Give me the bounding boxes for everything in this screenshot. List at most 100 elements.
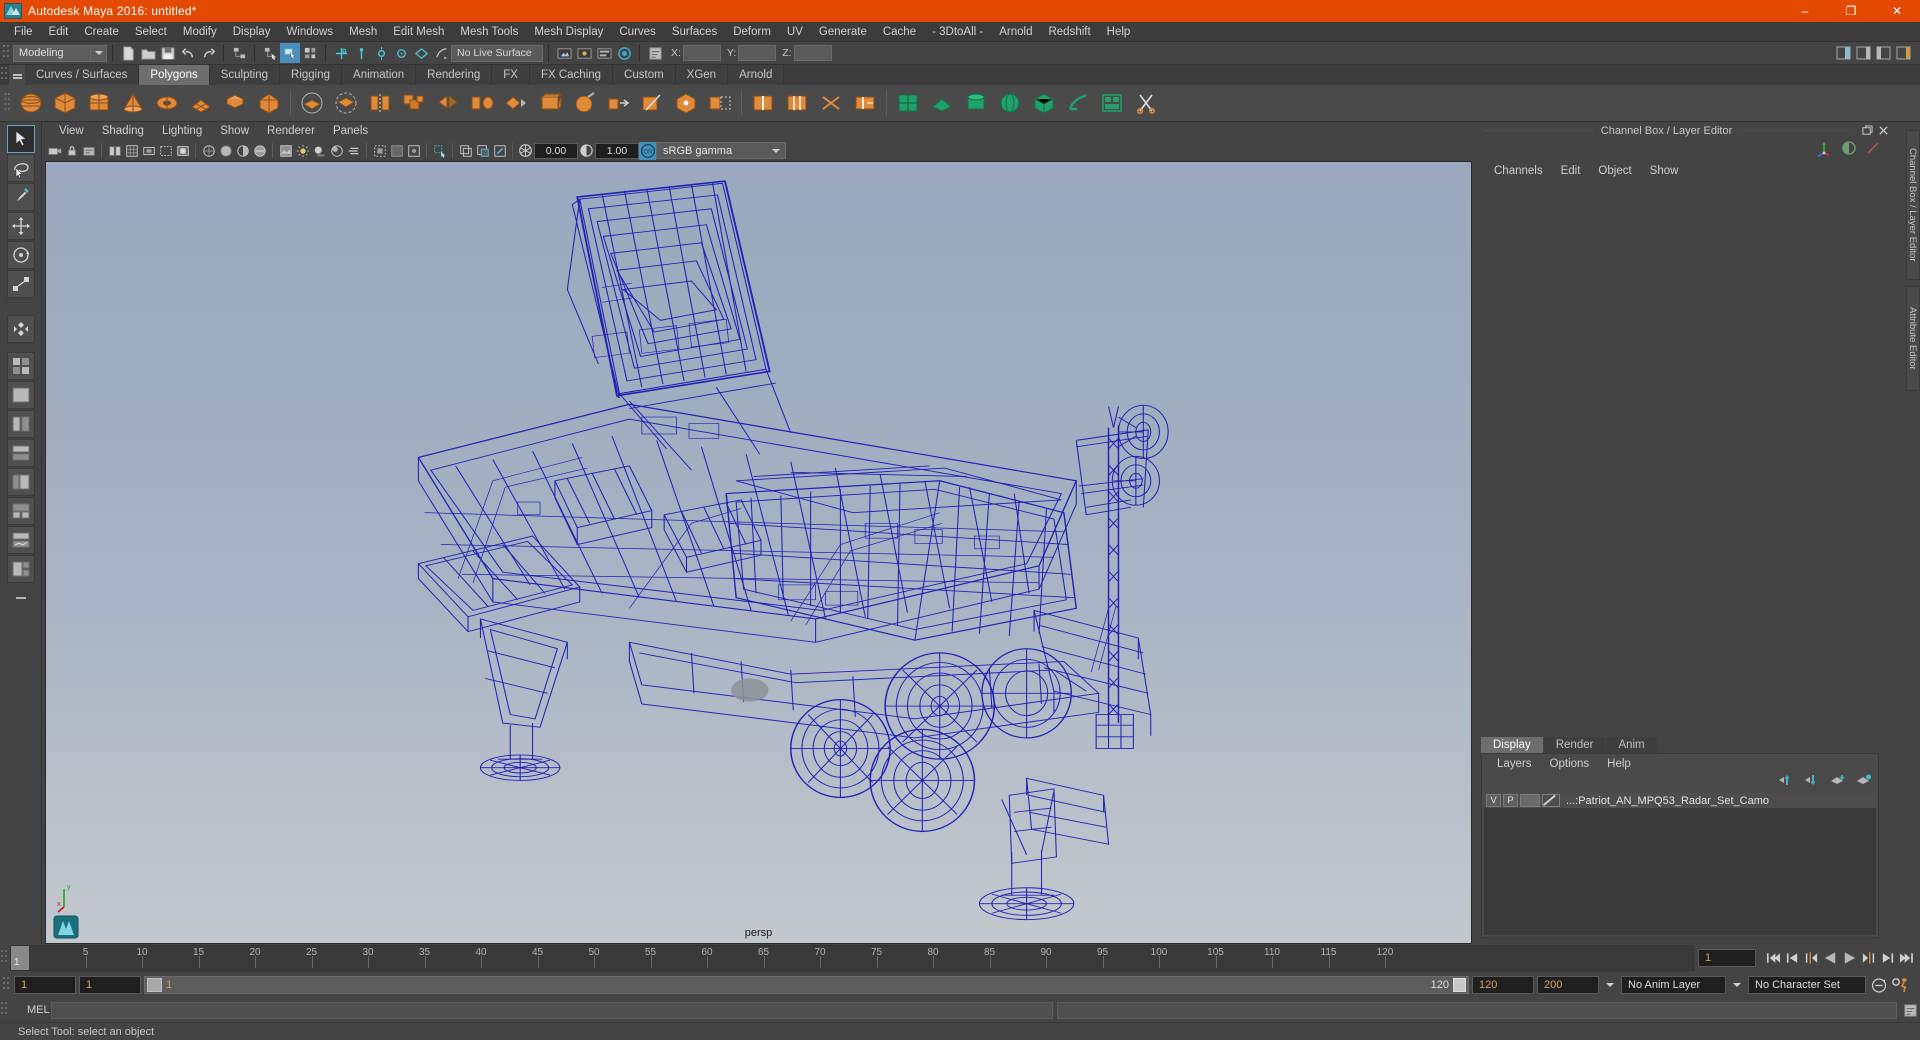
menu-item-mesh-display[interactable]: Mesh Display xyxy=(526,24,611,40)
two-pane-stacked-layout-button[interactable] xyxy=(6,439,35,467)
menu-item-edit-mesh[interactable]: Edit Mesh xyxy=(385,24,452,40)
shelf-tab-fx[interactable]: FX xyxy=(492,65,530,85)
menu-item-curves[interactable]: Curves xyxy=(611,24,663,40)
menu-item-mesh[interactable]: Mesh xyxy=(341,24,385,40)
color-management-toggle[interactable]: ON xyxy=(639,141,656,160)
vertical-tab-channel-box[interactable]: Channel Box / Layer Editor xyxy=(1905,130,1920,280)
animation-start-time-field[interactable]: 1 xyxy=(14,976,76,994)
layer-visibility-toggle[interactable]: V xyxy=(1486,794,1501,807)
viewport-menu-panels[interactable]: Panels xyxy=(324,125,377,137)
open-script-editor-icon[interactable] xyxy=(645,43,665,63)
shelf-icons-grip[interactable] xyxy=(0,85,14,122)
snap-to-curve-icon[interactable] xyxy=(351,43,371,63)
go-to-start-button[interactable] xyxy=(1764,948,1783,968)
command-response-field[interactable] xyxy=(1057,1001,1897,1019)
panel-undock-icon[interactable] xyxy=(1861,124,1874,137)
viewport-scene[interactable] xyxy=(46,162,1471,943)
bevel-mesh-icon[interactable] xyxy=(533,86,567,120)
chevron-down-icon[interactable] xyxy=(767,148,785,153)
anim-layer-selector[interactable]: No Anim Layer xyxy=(1621,976,1726,994)
append-polygon-icon[interactable] xyxy=(703,86,737,120)
shelf-tab-toggle-icon[interactable] xyxy=(9,65,25,85)
close-button[interactable]: ✕ xyxy=(1874,0,1920,22)
sculpt-tool-icon[interactable] xyxy=(567,86,601,120)
channel-box-menu-show[interactable]: Show xyxy=(1641,165,1688,177)
uv-layout-icon[interactable] xyxy=(1095,86,1129,120)
layer-tab-display[interactable]: Display xyxy=(1481,737,1543,753)
polygon-cone-icon[interactable] xyxy=(116,86,150,120)
range-slider[interactable]: 1 120 xyxy=(144,976,1469,994)
panel-close-icon[interactable] xyxy=(1877,124,1890,137)
maximize-button[interactable]: ❐ xyxy=(1828,0,1874,22)
new-layer-from-selected-icon[interactable] xyxy=(1856,773,1872,792)
command-line-label[interactable]: MEL xyxy=(9,1004,51,1016)
channel-box-menu-object[interactable]: Object xyxy=(1589,165,1640,177)
shelf-tab-xgen[interactable]: XGen xyxy=(675,65,729,85)
exposure-field[interactable]: 0.00 xyxy=(534,142,578,159)
shelf-tab-rigging[interactable]: Rigging xyxy=(280,65,343,85)
auto-keyframe-toggle-icon[interactable] xyxy=(1869,975,1888,995)
tear-off-view-icon[interactable] xyxy=(474,142,491,159)
shelf-tab-rendering[interactable]: Rendering xyxy=(416,65,493,85)
step-back-key-button[interactable] xyxy=(1783,948,1802,968)
shelf-grip[interactable] xyxy=(0,65,9,85)
shelf-tab-polygons[interactable]: Polygons xyxy=(139,65,210,85)
motion-blur-icon[interactable] xyxy=(345,142,362,159)
menu-item-mesh-tools[interactable]: Mesh Tools xyxy=(452,24,526,40)
animation-preferences-icon[interactable] xyxy=(1891,975,1911,995)
ambient-occlusion-icon[interactable] xyxy=(328,142,345,159)
polygon-disc-icon[interactable] xyxy=(218,86,252,120)
anim-layer-dropdown-icon[interactable] xyxy=(1602,983,1618,987)
menu-item-uv[interactable]: UV xyxy=(779,24,811,40)
reduce-mesh-icon[interactable] xyxy=(499,86,533,120)
gamma-icon[interactable] xyxy=(578,142,595,159)
layer-tab-render[interactable]: Render xyxy=(1543,737,1606,753)
polygon-plane-icon[interactable] xyxy=(184,86,218,120)
select-by-component-mode-icon[interactable] xyxy=(300,43,320,63)
toolbar-grip[interactable] xyxy=(2,43,11,63)
current-frame-field[interactable]: 1 xyxy=(1698,949,1756,967)
make-live-icon[interactable] xyxy=(431,43,451,63)
shelf-tab-custom[interactable]: Custom xyxy=(613,65,676,85)
smooth-shade-all-icon[interactable] xyxy=(217,142,234,159)
layer-menu-help[interactable]: Help xyxy=(1598,758,1640,770)
viewport-menu-shading[interactable]: Shading xyxy=(93,125,153,137)
play-forwards-button[interactable] xyxy=(1840,948,1859,968)
layer-list[interactable]: V P ...:Patriot_AN_MPQ53_Radar_Set_Camo xyxy=(1484,793,1876,935)
live-surface-field[interactable]: No Live Surface xyxy=(451,44,543,62)
multi-cut-icon[interactable] xyxy=(635,86,669,120)
color-management-selector[interactable]: sRGB gamma xyxy=(656,142,786,159)
menu-item-redshift[interactable]: Redshift xyxy=(1040,24,1098,40)
save-scene-icon[interactable] xyxy=(158,43,178,63)
booleans-icon[interactable] xyxy=(397,86,431,120)
select-by-hierarchy-icon[interactable] xyxy=(229,43,249,63)
menu-item-display[interactable]: Display xyxy=(225,24,279,40)
minimize-button[interactable]: – xyxy=(1782,0,1828,22)
snap-to-point-icon[interactable] xyxy=(371,43,391,63)
hypershade-icon[interactable] xyxy=(614,43,634,63)
step-forward-frame-button[interactable] xyxy=(1859,948,1878,968)
channel-box-menu-channels[interactable]: Channels xyxy=(1485,165,1552,177)
character-set-dropdown-icon[interactable] xyxy=(1729,983,1745,987)
resolution-gate-icon[interactable] xyxy=(157,142,174,159)
menu-item-create[interactable]: Create xyxy=(76,24,127,40)
uv-editor-icon[interactable] xyxy=(891,86,925,120)
shelf-tab-curves-surfaces[interactable]: Curves / Surfaces xyxy=(25,65,140,85)
smooth-shade-selected-icon[interactable] xyxy=(234,142,251,159)
layer-tab-anim[interactable]: Anim xyxy=(1606,737,1657,753)
isolate-select-icon[interactable] xyxy=(371,142,388,159)
mirror-geometry-icon[interactable] xyxy=(431,86,465,120)
render-settings-icon[interactable] xyxy=(594,43,614,63)
menu-item-windows[interactable]: Windows xyxy=(278,24,341,40)
script-editor-icon[interactable] xyxy=(1901,1000,1920,1020)
step-forward-key-button[interactable] xyxy=(1878,948,1897,968)
uv-unfold-icon[interactable] xyxy=(1061,86,1095,120)
viewport-menu-lighting[interactable]: Lighting xyxy=(153,125,211,137)
uv-cut-icon[interactable] xyxy=(1129,86,1163,120)
uv-spherical-icon[interactable] xyxy=(993,86,1027,120)
command-line-grip[interactable] xyxy=(0,1000,9,1020)
range-slider-grip[interactable] xyxy=(2,975,11,995)
four-view-layout-button[interactable] xyxy=(6,352,35,380)
range-left-handle[interactable] xyxy=(147,978,162,992)
shelf-tab-fx-caching[interactable]: FX Caching xyxy=(529,65,614,85)
